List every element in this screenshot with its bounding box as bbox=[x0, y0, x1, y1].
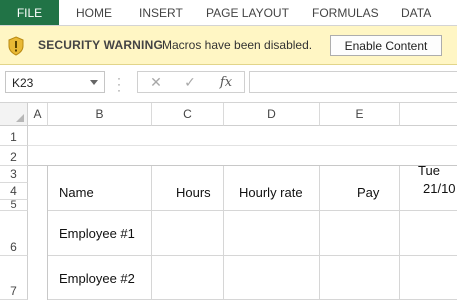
column-header-b[interactable]: B bbox=[48, 103, 152, 126]
column-header-e[interactable]: E bbox=[320, 103, 400, 126]
tab-insert[interactable]: INSERT bbox=[139, 0, 183, 25]
row-header-2[interactable]: 2 bbox=[0, 146, 28, 166]
tab-formulas[interactable]: FORMULAS bbox=[312, 0, 379, 25]
hours-cell[interactable] bbox=[152, 256, 224, 300]
hourly-rate-cell[interactable] bbox=[224, 211, 320, 256]
header-cell-name[interactable]: Name bbox=[48, 166, 152, 211]
enter-icon[interactable]: ✓ bbox=[174, 72, 206, 92]
employee-name-cell[interactable]: Employee #2 bbox=[48, 256, 152, 300]
hourly-rate-cell[interactable] bbox=[224, 256, 320, 300]
cancel-icon[interactable]: ✕ bbox=[140, 72, 172, 92]
row-header-4[interactable]: 4 bbox=[0, 183, 28, 200]
drag-handle-icon[interactable]: · · · bbox=[117, 72, 121, 96]
row-2-cells[interactable] bbox=[28, 146, 457, 166]
tab-data[interactable]: DATA bbox=[401, 0, 431, 25]
formula-input[interactable] bbox=[249, 71, 457, 93]
date-cell[interactable] bbox=[400, 211, 457, 256]
name-box-value: K23 bbox=[12, 76, 34, 90]
row-header-3[interactable]: 3 bbox=[0, 166, 28, 183]
name-box[interactable]: K23 bbox=[5, 71, 105, 93]
row-header-5[interactable]: 5 bbox=[0, 199, 28, 211]
row-header-1[interactable]: 1 bbox=[0, 126, 28, 146]
tab-page-layout[interactable]: PAGE LAYOUT bbox=[206, 0, 289, 25]
employee-name: Employee #2 bbox=[59, 271, 135, 286]
employee-name-cell[interactable]: Employee #1 bbox=[48, 211, 152, 256]
column-header-c[interactable]: C bbox=[152, 103, 224, 126]
header-cell-pay[interactable]: Pay bbox=[320, 166, 400, 211]
formula-bar: K23 · · · ✕ ✓ fx bbox=[0, 65, 457, 103]
worksheet-grid: A B C D E 1 2 3 4 5 6 7 Name Hours Hourl… bbox=[0, 103, 457, 300]
select-all-corner[interactable] bbox=[0, 103, 28, 126]
employee-name: Employee #1 bbox=[59, 226, 135, 241]
header-date-value: 21/10 bbox=[423, 181, 456, 196]
chevron-down-icon[interactable] bbox=[90, 80, 98, 85]
select-all-icon bbox=[16, 114, 24, 122]
column-header-a[interactable]: A bbox=[28, 103, 48, 126]
pay-cell[interactable] bbox=[320, 256, 400, 300]
security-warning-message: Macros have been disabled. bbox=[162, 38, 313, 52]
ribbon-tabs: FILE HOME INSERT PAGE LAYOUT FORMULAS DA… bbox=[0, 0, 457, 26]
hours-cell[interactable] bbox=[152, 211, 224, 256]
header-hourly-rate-label: Hourly rate bbox=[239, 185, 303, 200]
column-header-f[interactable] bbox=[400, 103, 457, 126]
date-cell[interactable] bbox=[400, 256, 457, 300]
row-header-6[interactable]: 6 bbox=[0, 211, 28, 256]
shield-warning-icon bbox=[8, 36, 24, 56]
header-cell-date[interactable]: Tue 21/10 bbox=[400, 163, 457, 211]
enable-content-button[interactable]: Enable Content bbox=[330, 35, 442, 56]
pay-cell[interactable] bbox=[320, 211, 400, 256]
header-name-label: Name bbox=[59, 185, 94, 200]
header-pay-label: Pay bbox=[357, 185, 380, 200]
tab-file[interactable]: FILE bbox=[0, 0, 59, 25]
header-cell-hourly-rate[interactable]: Hourly rate bbox=[224, 166, 320, 211]
header-cell-hours[interactable]: Hours bbox=[152, 166, 224, 211]
row-1-cells[interactable] bbox=[28, 126, 457, 146]
header-date-day: Tue bbox=[418, 163, 440, 178]
formula-buttons: ✕ ✓ fx bbox=[137, 71, 245, 93]
column-a-cells[interactable] bbox=[28, 166, 48, 300]
header-hours-label: Hours bbox=[176, 185, 211, 200]
column-header-d[interactable]: D bbox=[224, 103, 320, 126]
security-warning-title: SECURITY WARNING bbox=[38, 38, 163, 52]
tab-home[interactable]: HOME bbox=[76, 0, 112, 25]
security-warning-bar: SECURITY WARNING Macros have been disabl… bbox=[0, 26, 457, 65]
insert-function-icon[interactable]: fx bbox=[210, 72, 242, 92]
row-header-7[interactable]: 7 bbox=[0, 256, 28, 300]
